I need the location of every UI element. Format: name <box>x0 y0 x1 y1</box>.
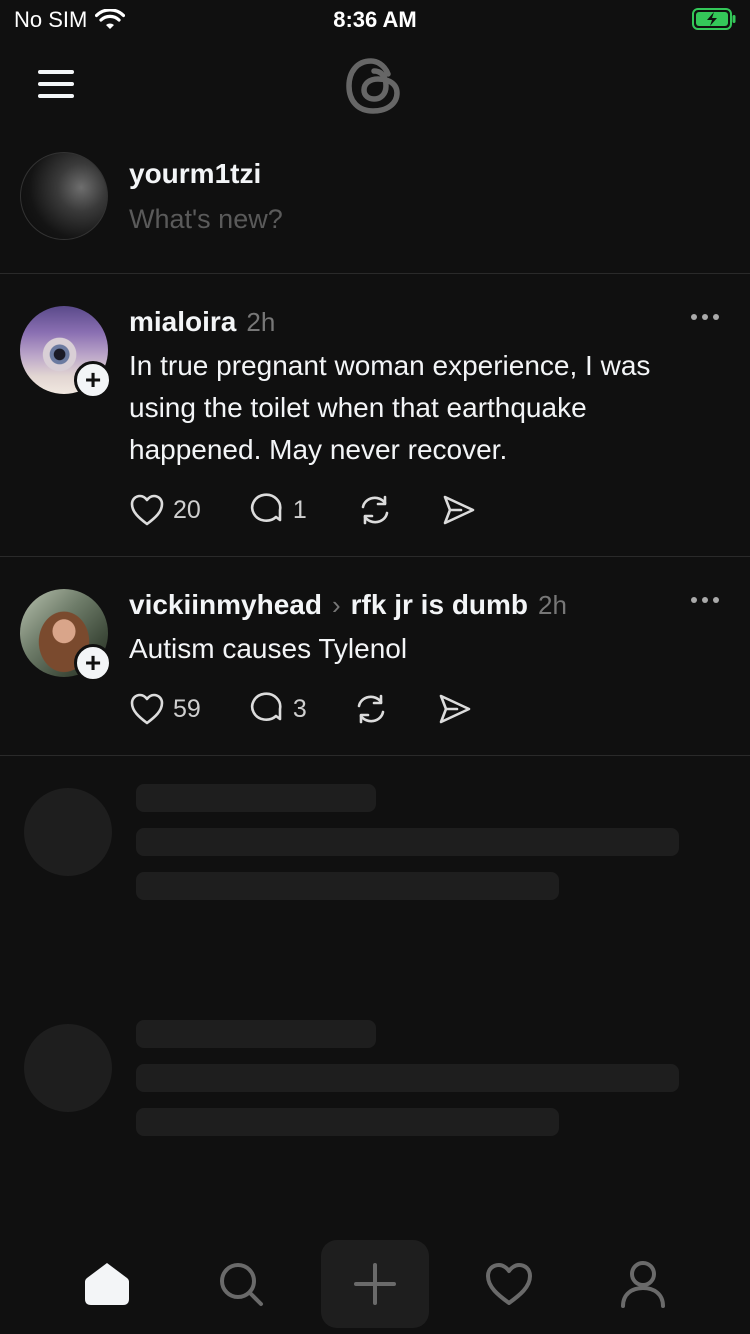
skeleton-line <box>136 1020 376 1048</box>
comment-icon <box>250 692 282 721</box>
post-username[interactable]: mialoira <box>129 306 236 338</box>
post-username[interactable]: vickiinmyhead <box>129 589 322 621</box>
skeleton-avatar <box>24 788 112 876</box>
post-timestamp: 2h <box>246 307 276 337</box>
composer-input[interactable]: What's new? <box>129 204 283 235</box>
reply-button[interactable]: 1 <box>249 493 307 527</box>
new-post-composer[interactable]: yourm1tzi What's new? <box>0 150 750 274</box>
threads-logo-icon[interactable] <box>340 52 408 120</box>
like-button[interactable]: 20 <box>129 493 201 527</box>
skeleton-line <box>136 1108 559 1136</box>
post-timestamp: 2h <box>538 590 567 620</box>
skeleton-line <box>136 1064 679 1092</box>
post-header: mialoira 2h <box>129 306 275 338</box>
search-icon <box>220 1263 263 1306</box>
more-icon[interactable] <box>690 595 720 605</box>
repost-button[interactable] <box>353 692 389 726</box>
post-header: vickiinmyhead › rfk jr is dumb 2h <box>129 589 567 621</box>
share-icon <box>443 495 475 525</box>
like-count: 20 <box>173 495 201 524</box>
tab-profile[interactable] <box>589 1240 697 1328</box>
skeleton-line <box>136 828 679 856</box>
top-header <box>0 40 750 140</box>
chevron-right-icon: › <box>331 590 341 620</box>
feed-post[interactable]: + vickiinmyhead › rfk jr is dumb 2h Auti… <box>0 589 750 756</box>
status-time: 8:36 AM <box>333 7 417 32</box>
like-count: 59 <box>173 694 201 723</box>
heart-icon <box>130 494 164 526</box>
menu-button[interactable] <box>38 70 74 98</box>
skeleton-avatar <box>24 1024 112 1112</box>
battery-charging-icon <box>692 8 736 30</box>
repost-button[interactable] <box>357 493 393 527</box>
post-text: Autism causes Tylenol <box>129 633 408 664</box>
tab-create[interactable] <box>321 1240 429 1328</box>
repost-icon <box>357 694 385 724</box>
like-button[interactable]: 59 <box>129 692 201 726</box>
skeleton-line <box>136 784 376 812</box>
composer-username: yourm1tzi <box>129 158 262 189</box>
post-actions: 59 3 <box>129 689 473 729</box>
reply-count: 1 <box>292 495 307 524</box>
feed-post[interactable]: + mialoira 2h In true pregnant woman exp… <box>0 306 750 557</box>
share-button[interactable] <box>441 493 477 527</box>
comment-icon <box>250 493 282 522</box>
post-actions: 20 1 <box>129 490 477 530</box>
skeleton-line <box>136 872 559 900</box>
home-icon <box>85 1263 129 1305</box>
share-button[interactable] <box>437 692 473 726</box>
heart-icon <box>486 1263 532 1305</box>
tab-search[interactable] <box>187 1240 295 1328</box>
reply-button[interactable]: 3 <box>249 692 307 726</box>
follow-plus-icon[interactable]: + <box>74 361 112 399</box>
post-topic[interactable]: rfk jr is dumb <box>351 589 528 621</box>
heart-icon <box>130 693 164 725</box>
status-bar: No SIM 8:36 AM <box>0 0 750 40</box>
share-icon <box>439 694 471 724</box>
own-avatar[interactable] <box>20 152 108 240</box>
follow-plus-icon[interactable]: + <box>74 644 112 682</box>
profile-icon <box>621 1261 665 1308</box>
more-icon[interactable] <box>690 312 720 322</box>
reply-count: 3 <box>292 694 307 723</box>
menu-icon <box>38 70 74 74</box>
bottom-tab-bar <box>0 1240 750 1334</box>
tab-home[interactable] <box>53 1240 161 1328</box>
post-text: In true pregnant woman experience, I was… <box>129 350 651 465</box>
repost-icon <box>361 495 389 525</box>
plus-icon <box>354 1263 396 1305</box>
tab-activity[interactable] <box>455 1240 563 1328</box>
